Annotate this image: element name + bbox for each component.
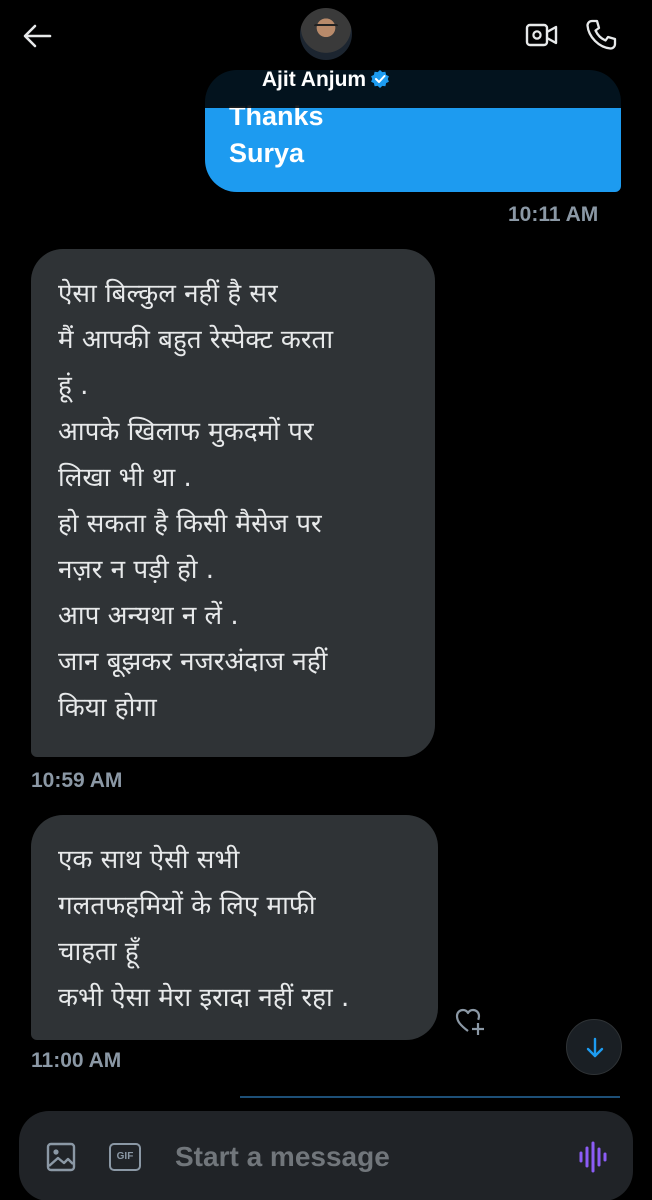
conversation-header: Ajit Anjum bbox=[0, 0, 652, 108]
message-input[interactable]: Start a message bbox=[175, 1137, 555, 1177]
message-timestamp: 10:59 AM bbox=[31, 769, 123, 792]
contact-name-row[interactable]: Ajit Anjum bbox=[0, 68, 652, 92]
message-timestamp: 11:00 AM bbox=[31, 1049, 122, 1072]
avatar-glasses-detail bbox=[314, 24, 338, 32]
back-button[interactable] bbox=[18, 18, 58, 54]
dm-conversation: Thanks Surya 10:11 AM ऐसा बिल्कुल नहीं ह… bbox=[0, 0, 652, 1200]
scroll-to-bottom-button[interactable] bbox=[566, 1019, 622, 1075]
arrow-down-icon bbox=[586, 1037, 604, 1058]
received-message-bubble[interactable]: एक साथ ऐसी सभी गलतफहमियों के लिए माफी चा… bbox=[31, 815, 438, 1040]
verified-badge-icon bbox=[370, 69, 390, 89]
voice-call-button[interactable] bbox=[584, 18, 620, 52]
avatar[interactable] bbox=[300, 8, 352, 60]
sent-message-text: Thanks Surya bbox=[229, 101, 324, 168]
received-message-text: ऐसा बिल्कुल नहीं है सर मैं आपकी बहुत रेस… bbox=[58, 279, 334, 723]
image-icon bbox=[46, 1142, 76, 1172]
heart-plus-icon bbox=[455, 1008, 484, 1035]
add-media-button[interactable] bbox=[45, 1141, 77, 1173]
arrow-left-icon bbox=[23, 24, 52, 48]
video-call-button[interactable] bbox=[524, 20, 560, 50]
video-camera-icon bbox=[525, 23, 558, 47]
contact-name: Ajit Anjum bbox=[261, 68, 367, 91]
message-timestamp: 10:11 AM bbox=[508, 203, 599, 226]
add-reaction-button[interactable] bbox=[454, 1005, 486, 1037]
received-message-text: एक साथ ऐसी सभी गलतफहमियों के लिए माफी चा… bbox=[58, 845, 350, 1013]
voice-wave-icon bbox=[579, 1141, 607, 1173]
message-composer: GIF Start a message bbox=[19, 1111, 633, 1200]
add-gif-button[interactable]: GIF bbox=[109, 1143, 141, 1171]
composer-divider bbox=[240, 1096, 620, 1098]
gif-icon: GIF bbox=[109, 1143, 141, 1171]
voice-message-button[interactable] bbox=[575, 1139, 611, 1175]
received-message-bubble[interactable]: ऐसा बिल्कुल नहीं है सर मैं आपकी बहुत रेस… bbox=[31, 249, 435, 757]
phone-icon bbox=[586, 19, 617, 50]
